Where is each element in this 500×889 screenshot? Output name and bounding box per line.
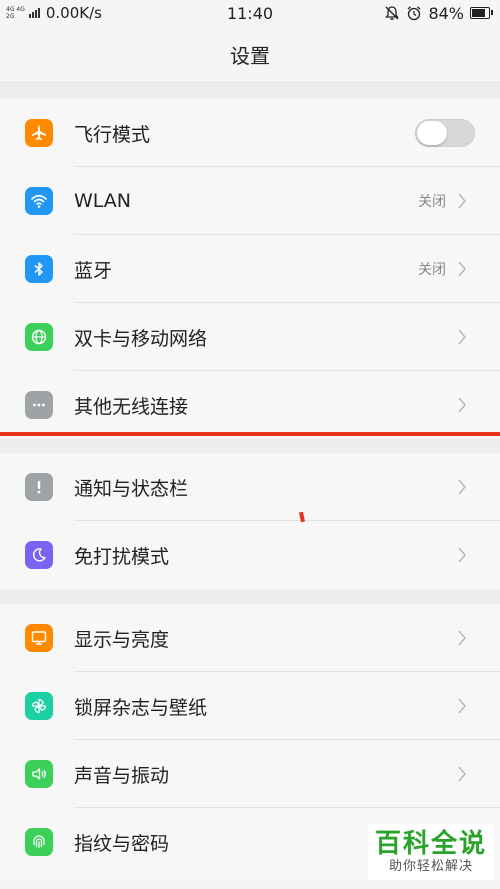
settings-item-label: 免打扰模式 — [74, 545, 170, 568]
settings-item-dual-sim-network[interactable]: 双卡与移动网络 — [0, 303, 500, 371]
status-bar: 4G 4G 2G 0.00K/s 11:40 84% — [0, 0, 500, 26]
globe-icon — [25, 323, 53, 351]
watermark-subtitle: 助你轻松解决 — [388, 859, 473, 874]
watermark: 百科全说 助你轻松解决 — [368, 824, 494, 880]
settings-item-display-brightness[interactable]: 显示与亮度 — [0, 604, 500, 672]
chevron-right-icon — [452, 477, 472, 497]
settings-item-label: 飞行模式 — [74, 123, 151, 146]
settings-item-label: 显示与亮度 — [74, 628, 170, 651]
status-time: 11:40 — [226, 4, 274, 23]
settings-item-lockscreen-wallpaper[interactable]: 锁屏杂志与壁纸 — [0, 672, 500, 740]
section-gap — [0, 589, 500, 604]
chevron-right-icon — [452, 259, 472, 279]
wlan-status: 关闭 — [418, 194, 446, 210]
chevron-right-icon — [452, 327, 472, 347]
settings-item-other-wireless[interactable]: 其他无线连接 — [0, 371, 500, 439]
chevron-right-icon — [452, 545, 472, 565]
chevron-right-icon — [452, 191, 472, 211]
chevron-right-icon — [452, 696, 472, 716]
airplane-mode-toggle[interactable] — [415, 119, 475, 147]
settings-item-do-not-disturb[interactable]: 免打扰模式 — [0, 521, 500, 589]
chevron-right-icon — [452, 764, 472, 784]
wifi-icon — [25, 187, 53, 215]
bluetooth-icon — [25, 255, 53, 283]
pinwheel-icon — [25, 692, 53, 720]
section-gap — [0, 83, 500, 99]
settings-item-label: WLAN — [74, 190, 132, 212]
settings-item-bluetooth[interactable]: 蓝牙 关闭 — [0, 235, 500, 303]
settings-item-label: 通知与状态栏 — [74, 477, 189, 500]
settings-item-label: 双卡与移动网络 — [74, 327, 208, 350]
moon-icon — [25, 541, 53, 569]
section-gap — [0, 439, 500, 453]
settings-group-notifications: 通知与状态栏 免打扰模式 — [0, 453, 500, 589]
monitor-icon — [25, 624, 53, 652]
more-dots-icon — [25, 391, 53, 419]
chevron-right-icon — [452, 628, 472, 648]
watermark-title: 百科全说 — [374, 829, 487, 859]
settings-group-connectivity: 飞行模式 WLAN 关闭 蓝牙 关闭 双卡与移动网络 其他无线连接 — [0, 99, 500, 439]
settings-item-notifications-statusbar[interactable]: 通知与状态栏 — [0, 453, 500, 521]
page-title: 设置 — [0, 26, 500, 82]
annotation-underline — [0, 432, 500, 436]
settings-item-label: 蓝牙 — [74, 259, 113, 282]
fingerprint-icon — [25, 828, 53, 856]
settings-item-label: 声音与振动 — [74, 764, 170, 787]
exclamation-icon — [25, 473, 53, 501]
settings-item-airplane-mode[interactable]: 飞行模式 — [0, 99, 500, 167]
chevron-right-icon — [452, 395, 472, 415]
settings-item-wlan[interactable]: WLAN 关闭 — [0, 167, 500, 235]
settings-item-label: 锁屏杂志与壁纸 — [74, 696, 208, 719]
page-title-text: 设置 — [230, 43, 270, 68]
bluetooth-status: 关闭 — [418, 262, 446, 278]
airplane-icon — [25, 119, 53, 147]
speaker-icon — [25, 760, 53, 788]
battery-icon — [470, 7, 493, 19]
settings-item-label: 其他无线连接 — [74, 395, 189, 418]
settings-item-sound-vibration[interactable]: 声音与振动 — [0, 740, 500, 808]
